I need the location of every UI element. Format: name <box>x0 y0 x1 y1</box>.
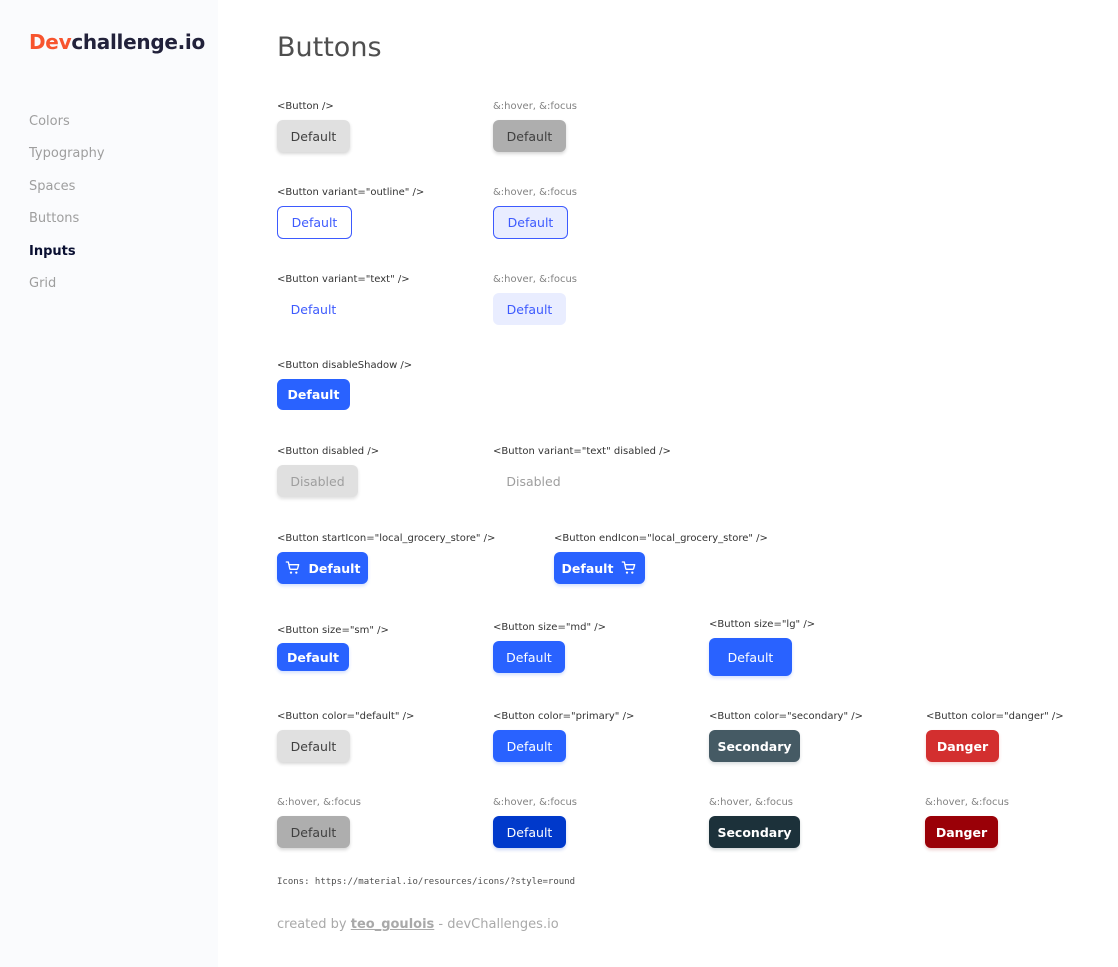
footer: created by teo_goulois - devChallenges.i… <box>277 917 559 932</box>
icons-note: Icons: https://material.io/resources/ico… <box>277 877 576 887</box>
default-button[interactable]: Default <box>277 120 350 152</box>
color-secondary-hover-label: &:hover, &:focus <box>709 797 794 808</box>
outline-hover-label: &:hover, &:focus <box>493 187 578 198</box>
size-lg-label: <Button size="lg" /> <box>709 619 816 630</box>
local-grocery-store-icon <box>285 560 301 576</box>
end-icon-button[interactable]: Default <box>554 552 645 584</box>
color-default-label: <Button color="default" /> <box>277 711 415 722</box>
text-disabled-label: <Button variant="text" disabled /> <box>493 446 671 457</box>
sidebar-nav: Colors Typography Spaces Buttons Inputs … <box>29 112 105 306</box>
text-disabled-button: Disabled <box>493 465 574 497</box>
size-sm-button[interactable]: Default <box>277 643 349 671</box>
end-icon-button-label: Default <box>561 560 614 576</box>
logo-rest: challenge.io <box>71 30 205 54</box>
outline-hover-button[interactable]: Default <box>493 206 568 239</box>
page-title: Buttons <box>277 32 382 63</box>
nav-item-inputs[interactable]: Inputs <box>29 242 105 274</box>
logo[interactable]: Devchallenge.io <box>29 30 205 54</box>
end-icon-label: <Button endIcon="local_grocery_store" /> <box>554 533 768 544</box>
footer-author-link[interactable]: teo_goulois <box>351 917 435 932</box>
color-primary-hover-button[interactable]: Default <box>493 816 566 848</box>
size-md-label: <Button size="md" /> <box>493 622 607 633</box>
footer-prefix: created by <box>277 917 351 932</box>
color-default-hover-label: &:hover, &:focus <box>277 797 362 808</box>
local-grocery-store-icon <box>621 560 637 576</box>
start-icon-button[interactable]: Default <box>277 552 368 584</box>
no-shadow-button[interactable]: Default <box>277 379 350 410</box>
shadow-label: <Button disableShadow /> <box>277 360 413 371</box>
color-secondary-hover-button[interactable]: Secondary <box>709 816 800 848</box>
color-danger-hover-label: &:hover, &:focus <box>925 797 1010 808</box>
text-button[interactable]: Default <box>277 293 350 325</box>
color-danger-hover-button[interactable]: Danger <box>925 816 998 848</box>
size-md-button[interactable]: Default <box>493 641 565 673</box>
color-primary-button[interactable]: Default <box>493 730 566 762</box>
nav-item-colors[interactable]: Colors <box>29 112 105 144</box>
start-icon-label: <Button startIcon="local_grocery_store" … <box>277 533 496 544</box>
outline-button[interactable]: Default <box>277 206 352 239</box>
disabled-label: <Button disabled /> <box>277 446 380 457</box>
color-default-hover-button[interactable]: Default <box>277 816 350 848</box>
outline-label: <Button variant="outline" /> <box>277 187 425 198</box>
color-primary-label: <Button color="primary" /> <box>493 711 635 722</box>
color-default-button[interactable]: Default <box>277 730 350 762</box>
nav-item-grid[interactable]: Grid <box>29 274 105 306</box>
size-sm-label: <Button size="sm" /> <box>277 625 389 636</box>
text-label: <Button variant="text" /> <box>277 274 410 285</box>
color-secondary-button[interactable]: Secondary <box>709 730 800 762</box>
disabled-button: Disabled <box>277 465 358 497</box>
default-hover-button[interactable]: Default <box>493 120 566 152</box>
default-label: <Button /> <box>277 101 334 112</box>
footer-suffix: - devChallenges.io <box>434 917 559 932</box>
default-hover-label: &:hover, &:focus <box>493 101 578 112</box>
start-icon-button-label: Default <box>308 560 361 576</box>
logo-accent: Dev <box>29 30 72 54</box>
color-primary-hover-label: &:hover, &:focus <box>493 797 578 808</box>
color-secondary-label: <Button color="secondary" /> <box>709 711 864 722</box>
color-danger-label: <Button color="danger" /> <box>926 711 1064 722</box>
nav-item-spaces[interactable]: Spaces <box>29 177 105 209</box>
text-hover-label: &:hover, &:focus <box>493 274 578 285</box>
nav-item-buttons[interactable]: Buttons <box>29 209 105 241</box>
nav-item-typography[interactable]: Typography <box>29 144 105 176</box>
sidebar: Devchallenge.io Colors Typography Spaces… <box>0 0 218 967</box>
size-lg-button[interactable]: Default <box>709 638 792 676</box>
color-danger-button[interactable]: Danger <box>926 730 999 762</box>
text-hover-button[interactable]: Default <box>493 293 566 325</box>
